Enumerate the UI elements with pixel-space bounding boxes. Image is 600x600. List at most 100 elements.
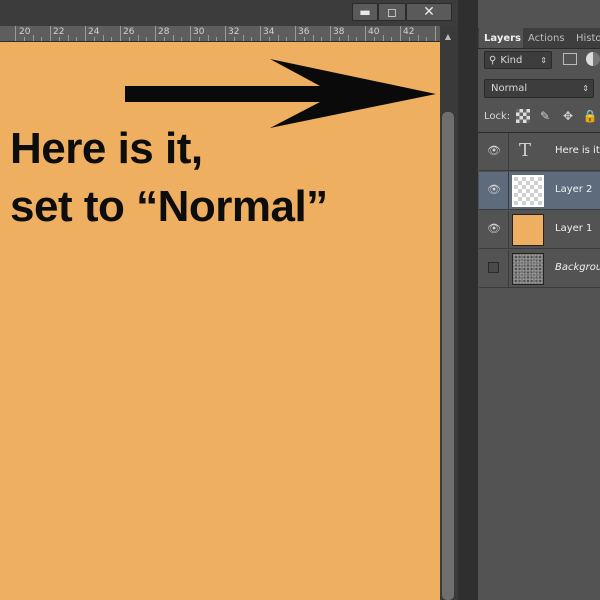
layer-name: Layer 1 [555, 223, 593, 234]
ruler-label: 22 [53, 27, 65, 37]
ruler-tick [85, 26, 86, 41]
search-icon: ⚲ [489, 54, 497, 66]
ruler-tick [58, 37, 60, 41]
row-separator [508, 250, 509, 287]
ruler-tick [181, 37, 183, 41]
tab-actions[interactable]: Actions [523, 28, 571, 48]
ruler-tick [32, 35, 34, 41]
ruler-tick [190, 26, 191, 41]
canvas-text-line-2: set to “Normal” [10, 182, 328, 231]
ruler-tick [23, 37, 25, 41]
row-separator [508, 172, 509, 209]
layer-row-layer-2[interactable]: 👁 Layer 2 [479, 172, 600, 210]
ruler-tick [137, 35, 139, 41]
layer-row-background[interactable]: Background [479, 250, 600, 288]
move-icon[interactable]: ✥ [561, 109, 575, 123]
ruler-tick [391, 37, 393, 41]
layer-row-text[interactable]: 👁 T Here is it, [479, 133, 600, 171]
ruler-tick [233, 37, 235, 41]
ruler-tick [67, 35, 69, 41]
minimize-icon: ▬ [359, 5, 371, 19]
chevron-updown-icon: ⇕ [540, 55, 547, 65]
scrollbar-thumb[interactable] [442, 112, 454, 600]
ruler-tick [111, 37, 113, 41]
ruler-tick [356, 37, 358, 41]
ruler-tick [400, 26, 401, 41]
image-filter-icon[interactable] [563, 53, 577, 65]
horizontal-ruler[interactable]: 20 22 24 26 28 30 32 34 36 38 40 42 [0, 26, 440, 42]
ruler-label: 30 [193, 27, 205, 37]
lock-icon[interactable]: 🔒 [583, 109, 598, 123]
ruler-tick [76, 37, 78, 41]
lock-transparent-icon[interactable] [516, 109, 530, 123]
ruler-tick [338, 37, 340, 41]
ruler-tick [303, 37, 305, 41]
layer-thumbnail [512, 253, 544, 285]
blend-mode-value: Normal [491, 83, 528, 94]
ruler-tick [312, 35, 314, 41]
tab-history[interactable]: Histo [571, 28, 600, 48]
minimize-button[interactable]: ▬ [352, 3, 378, 21]
ruler-tick [15, 26, 16, 41]
ruler-tick [172, 35, 174, 41]
ruler-tick [163, 37, 165, 41]
close-icon: ✕ [423, 4, 435, 20]
ruler-label: 42 [403, 27, 415, 37]
layer-name: Here is it, [555, 145, 600, 156]
ruler-tick [198, 37, 200, 41]
tab-layers[interactable]: Layers [479, 28, 523, 48]
ruler-tick [330, 26, 331, 41]
filter-kind-select[interactable]: ⚲ Kind ⇕ [484, 51, 552, 69]
lock-label: Lock: [484, 111, 511, 122]
ruler-tick [102, 35, 104, 41]
ruler-tick [216, 37, 218, 41]
layer-name: Background [555, 262, 600, 273]
ruler-tick [128, 37, 130, 41]
ruler-tick [41, 37, 43, 41]
ruler-tick [373, 37, 375, 41]
maximize-icon: ◻ [387, 5, 397, 19]
canvas-text-line-1: Here is it, [10, 124, 203, 173]
ruler-label: 34 [263, 27, 275, 37]
visibility-toggle[interactable] [488, 262, 499, 273]
ruler-tick [268, 37, 270, 41]
ruler-tick [146, 37, 148, 41]
ruler-tick [347, 35, 349, 41]
ruler-label: 26 [123, 27, 135, 37]
panel-divider [458, 0, 478, 600]
ruler-tick [365, 26, 366, 41]
ruler-label: 38 [333, 27, 345, 37]
maximize-button[interactable]: ◻ [378, 3, 406, 21]
chevron-updown-icon: ⇕ [582, 84, 589, 93]
filter-kind-value: Kind [500, 54, 523, 66]
ruler-tick [260, 26, 261, 41]
row-separator [508, 133, 509, 170]
ruler-tick [155, 26, 156, 41]
eye-icon[interactable]: 👁 [487, 184, 501, 196]
ruler-tick [251, 37, 253, 41]
layer-row-layer-1[interactable]: 👁 Layer 1 [479, 211, 600, 249]
layer-thumbnail [512, 175, 544, 207]
ruler-tick [225, 26, 226, 41]
ruler-tick [242, 35, 244, 41]
eye-icon[interactable]: 👁 [487, 223, 501, 235]
ruler-label: 20 [19, 27, 31, 37]
brush-icon[interactable]: ✎ [538, 109, 552, 123]
ruler-label: 40 [368, 27, 380, 37]
scroll-up-icon[interactable]: ▲ [440, 30, 456, 44]
close-button[interactable]: ✕ [406, 3, 452, 21]
row-separator [508, 211, 509, 248]
ruler-tick [417, 35, 419, 41]
ruler-tick [286, 37, 288, 41]
ruler-label: 28 [158, 27, 170, 37]
ruler-tick [382, 35, 384, 41]
ruler-tick [50, 26, 51, 41]
ruler-tick [295, 26, 296, 41]
text-layer-icon: T [519, 140, 532, 161]
eye-icon[interactable]: 👁 [487, 145, 501, 157]
blend-mode-select[interactable]: Normal ⇕ [484, 79, 594, 98]
adjustment-filter-icon[interactable] [586, 52, 600, 66]
ruler-tick [120, 26, 121, 41]
ruler-tick [277, 35, 279, 41]
ruler-tick [426, 37, 428, 41]
